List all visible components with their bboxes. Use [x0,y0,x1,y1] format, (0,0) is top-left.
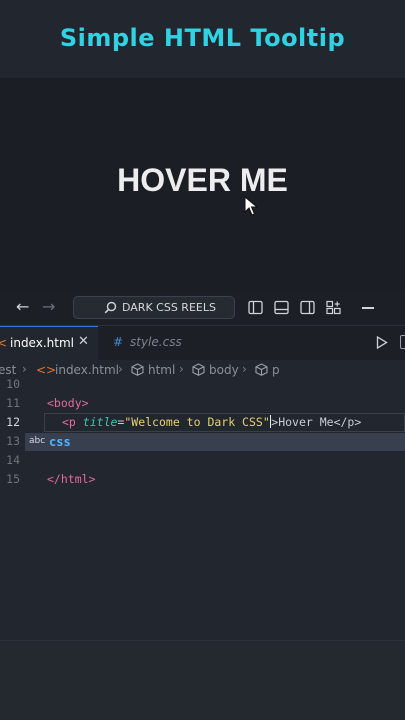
tab-style-css[interactable]: # style.css [100,326,196,360]
split-editor-icon[interactable] [400,335,405,349]
chevron-right-icon: › [179,362,184,376]
code-line: 14 [0,451,405,470]
screen: Simple HTML Tooltip HOVER ME ← → DARK CS… [0,0,405,720]
title-band: Simple HTML Tooltip [0,0,405,78]
line-number: 12 [6,415,20,429]
line-number: 13 [6,434,20,448]
suggestion-item[interactable]: css [49,435,71,449]
css-file-icon: # [113,335,124,349]
page-title: Simple HTML Tooltip [59,24,346,52]
command-center[interactable]: DARK CSS REELS [73,296,235,319]
tag-open: <p [62,415,76,429]
close-icon[interactable]: ✕ [78,334,89,349]
tab-label: index.html [10,336,74,350]
attr-name: title [82,415,118,429]
code-line: 15 </html> [0,470,405,489]
code-editor[interactable]: 10 11 <body> 12 <p title="Welcome to Dar… [0,377,405,640]
tab-label: style.css [130,335,182,349]
line-number: 11 [6,396,20,410]
attr-value: "Welcome to Dark CSS" [124,415,270,429]
line-number: 15 [6,472,20,486]
chevron-right-icon: › [118,362,123,376]
code-text: <body> [47,396,89,410]
run-icon[interactable] [376,336,388,349]
mouse-pointer-icon [244,196,258,216]
preview-area: HOVER ME [0,78,405,290]
customize-layout-icon[interactable] [326,300,341,315]
bottom-band [0,640,405,720]
tag-rest: >Hover Me</p> [271,415,362,429]
chevron-right-icon: › [242,362,247,376]
tab-bar: < index.html ✕ # style.css [0,326,405,360]
html-file-icon: < [0,336,8,350]
line-number: 10 [6,377,20,391]
toggle-panel-icon[interactable] [274,300,289,315]
text-suggestion-icon: abc [29,436,46,446]
tab-index-html[interactable]: < index.html ✕ [0,326,98,360]
code-line: 10 [0,375,405,394]
editor-titlebar: ← → DARK CSS REELS [0,290,405,326]
command-center-label: DARK CSS REELS [122,301,216,314]
suggestion-widget[interactable]: abc css [25,433,405,451]
line-number: 14 [6,453,20,467]
minimize-window-icon[interactable] [362,307,374,309]
toggle-primary-sidebar-icon[interactable] [248,300,263,315]
code-text: </html> [47,472,96,486]
hover-me-paragraph[interactable]: HOVER ME [0,162,405,199]
arrow-left-icon[interactable]: ← [16,297,29,316]
code-line-current: 12 <p title="Welcome to Dark CSS" >Hover … [0,413,405,432]
chevron-right-icon: › [22,362,27,376]
search-icon [104,301,117,314]
code-line: 11 <body> [0,394,405,413]
code-text: <p title="Welcome to Dark CSS" >Hover Me<… [62,415,361,429]
arrow-right-icon[interactable]: → [42,297,55,316]
toggle-secondary-sidebar-icon[interactable] [300,300,315,315]
